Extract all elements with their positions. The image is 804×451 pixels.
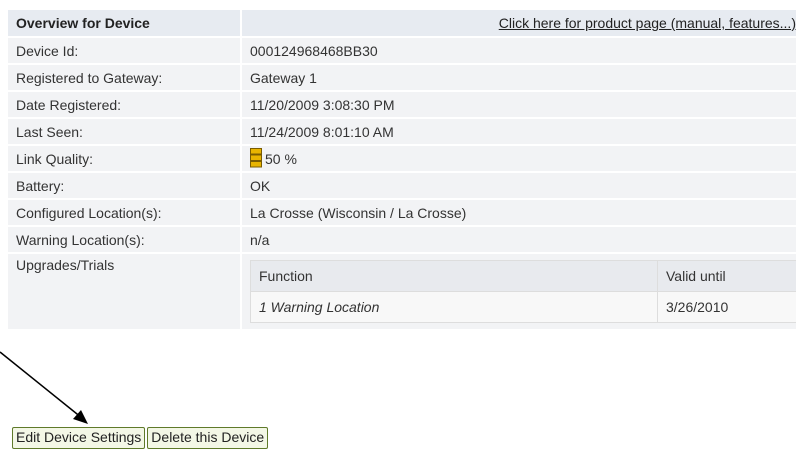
device-overview-panel: Overview for Device Click here for produ…	[8, 8, 796, 331]
warning-locations-value: n/a	[242, 227, 796, 252]
upgrades-table: Function Valid until 1 Warning Location …	[250, 260, 796, 323]
configured-locations-value: La Crosse (Wisconsin / La Crosse)	[242, 200, 796, 225]
delete-device-button[interactable]: Delete this Device	[147, 427, 269, 449]
product-page-link[interactable]: Click here for product page (manual, fea…	[499, 15, 796, 31]
warning-locations-label: Warning Location(s):	[8, 227, 242, 252]
link-quality-cell: 50 %	[242, 146, 796, 171]
upgrade-valid-until-value: 3/26/2010	[657, 291, 796, 323]
row-date-registered: Date Registered: 11/20/2009 3:08:30 PM	[8, 92, 796, 117]
row-upgrades-trials: Upgrades/Trials Function Valid until 1 W…	[8, 254, 796, 329]
table-row: 1 Warning Location 3/26/2010	[250, 291, 796, 323]
signal-bars-icon	[250, 147, 262, 167]
last-seen-value: 11/24/2009 8:01:10 AM	[242, 119, 796, 144]
function-column-header: Function	[250, 260, 658, 292]
valid-until-column-header: Valid until	[657, 260, 796, 292]
link-quality-value: 50 %	[265, 150, 297, 167]
row-last-seen: Last Seen: 11/24/2009 8:01:10 AM	[8, 119, 796, 144]
link-quality-label: Link Quality:	[8, 146, 242, 171]
row-link-quality: Link Quality: 50 %	[8, 146, 796, 171]
overview-header-row: Overview for Device Click here for produ…	[8, 10, 796, 36]
battery-label: Battery:	[8, 173, 242, 198]
device-overview-table: Overview for Device Click here for produ…	[8, 8, 796, 331]
last-seen-label: Last Seen:	[8, 119, 242, 144]
date-registered-label: Date Registered:	[8, 92, 242, 117]
device-id-value: 000124968468BB30	[242, 38, 796, 63]
signal-bar-1	[250, 147, 262, 154]
product-link-cell: Click here for product page (manual, fea…	[242, 10, 796, 36]
battery-value: OK	[242, 173, 796, 198]
row-battery: Battery: OK	[8, 173, 796, 198]
configured-locations-label: Configured Location(s):	[8, 200, 242, 225]
edit-device-settings-button[interactable]: Edit Device Settings	[12, 427, 146, 449]
upgrades-header-row: Function Valid until	[250, 260, 796, 292]
row-registered-gateway: Registered to Gateway: Gateway 1	[8, 65, 796, 90]
date-registered-value: 11/20/2009 3:08:30 PM	[242, 92, 796, 117]
upgrades-trials-label: Upgrades/Trials	[8, 254, 242, 329]
device-id-label: Device Id:	[8, 38, 242, 63]
registered-gateway-label: Registered to Gateway:	[8, 65, 242, 90]
signal-bar-3	[250, 160, 262, 167]
upgrade-function-value: 1 Warning Location	[250, 291, 658, 323]
overview-title: Overview for Device	[16, 15, 150, 31]
upgrades-table-cell: Function Valid until 1 Warning Location …	[242, 254, 796, 329]
action-buttons: Edit Device Settings Delete this Device	[12, 427, 270, 449]
row-device-id: Device Id: 000124968468BB30	[8, 38, 796, 63]
annotation-arrow-line	[0, 351, 83, 419]
overview-title-cell: Overview for Device	[8, 10, 242, 36]
row-configured-locations: Configured Location(s): La Crosse (Wisco…	[8, 200, 796, 225]
signal-bar-2	[250, 154, 262, 161]
row-warning-locations: Warning Location(s): n/a	[8, 227, 796, 252]
registered-gateway-value: Gateway 1	[242, 65, 796, 90]
annotation-arrow-head	[73, 410, 88, 424]
